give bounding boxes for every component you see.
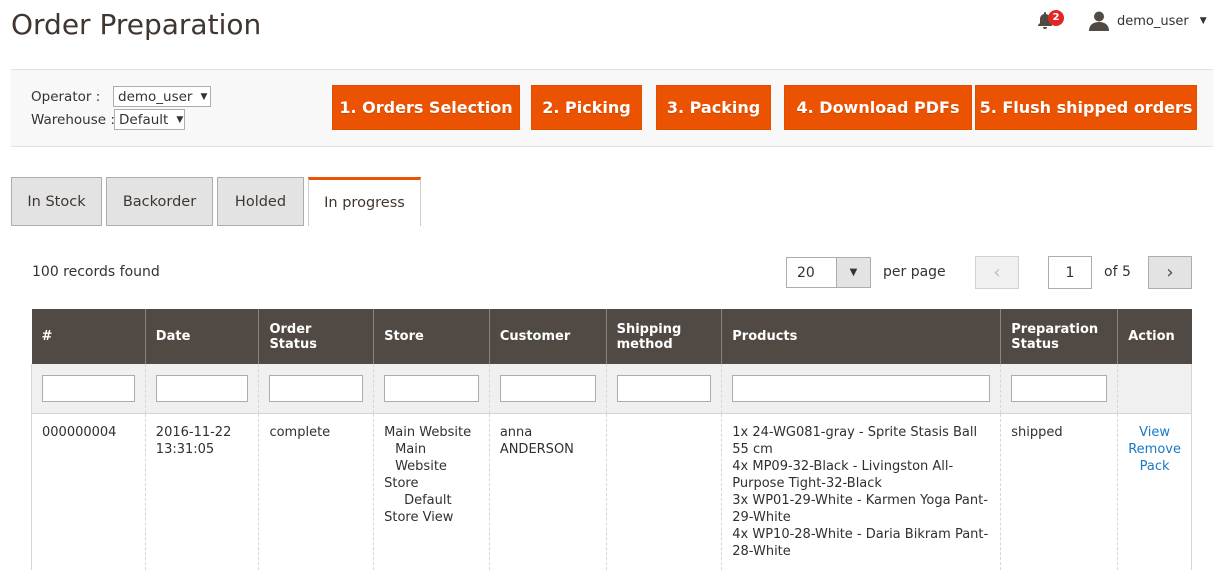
- store-view: Default: [404, 492, 452, 508]
- preparation-toolbar: Operator : demo_user ▼ Warehouse : Defaul…: [11, 69, 1213, 147]
- tab-backorder[interactable]: Backorder: [106, 177, 213, 226]
- warehouse-select-value: Default: [119, 111, 169, 128]
- picking-button[interactable]: 2. Picking: [531, 85, 642, 130]
- per-page-value: 20: [797, 264, 815, 281]
- per-page-label: per page: [883, 264, 946, 280]
- remove-order-link[interactable]: Remove: [1128, 441, 1181, 458]
- product-line: 3x WP01-29-White - Karmen Yoga Pant-29-W…: [732, 492, 988, 525]
- column-header-order-status[interactable]: Order Status: [258, 309, 374, 364]
- total-pages-label: of 5: [1104, 264, 1131, 280]
- filter-order-status-input[interactable]: [269, 374, 364, 402]
- products-cell: 1x 24-WG081-gray - Sprite Stasis Ball 55…: [721, 413, 1001, 570]
- store-cell: Main Website Main Website Store Default …: [373, 413, 490, 570]
- column-header-products[interactable]: Products: [721, 309, 1001, 364]
- chevron-down-icon: ▼: [1199, 16, 1207, 26]
- chevron-down-icon: ▼: [176, 114, 184, 125]
- product-line: 4x WP10-28-White - Daria Bikram Pant-28-…: [732, 526, 989, 559]
- product-line: 1x 24-WG081-gray - Sprite Stasis Ball 55…: [732, 424, 978, 457]
- operator-select[interactable]: demo_user ▼: [113, 86, 211, 107]
- download-pdfs-button[interactable]: 4. Download PDFs: [784, 85, 972, 130]
- page-title: Order Preparation: [11, 8, 262, 41]
- notifications-count-badge: 2: [1048, 10, 1064, 26]
- customer-last-name: ANDERSON: [499, 441, 574, 457]
- tab-holded[interactable]: Holded: [217, 177, 304, 226]
- order-time: 13:31:05: [155, 441, 215, 457]
- next-page-button[interactable]: ›: [1148, 256, 1192, 289]
- warehouse-label: Warehouse :: [31, 112, 115, 128]
- previous-page-button[interactable]: ‹: [975, 256, 1019, 289]
- chevron-right-icon: ›: [1166, 262, 1174, 283]
- filter-store-input[interactable]: [384, 374, 479, 402]
- column-header-customer[interactable]: Customer: [488, 309, 607, 364]
- order-status-cell: complete: [258, 413, 374, 570]
- column-header-store[interactable]: Store: [373, 309, 490, 364]
- filter-preparation-status-input[interactable]: [1011, 374, 1108, 402]
- packing-button[interactable]: 3. Packing: [656, 85, 771, 130]
- product-line: 4x MP09-32-Black - Livingston All-Purpos…: [732, 458, 954, 491]
- tab-in-progress[interactable]: In progress: [308, 177, 421, 226]
- orders-selection-button[interactable]: 1. Orders Selection: [332, 85, 520, 130]
- order-id-cell: 000000004: [31, 413, 146, 570]
- records-found-count: 100 records found: [32, 264, 160, 280]
- filter-date-input[interactable]: [155, 374, 249, 402]
- table-row: 000000004 2016-11-22 13:31:05 complete M…: [31, 413, 1192, 570]
- customer-cell: anna ANDERSON: [488, 413, 607, 570]
- column-header-shipping-method[interactable]: Shipping method: [605, 309, 722, 364]
- user-icon: [1089, 11, 1109, 31]
- preparation-status-cell: shipped: [1000, 413, 1118, 570]
- page-number-input[interactable]: 1: [1048, 256, 1092, 289]
- view-order-link[interactable]: View: [1128, 424, 1181, 441]
- order-date: 2016-11-22: [155, 424, 232, 440]
- tab-in-stock[interactable]: In Stock: [11, 177, 102, 226]
- column-header-id[interactable]: #: [31, 309, 146, 364]
- flush-shipped-orders-button[interactable]: 5. Flush shipped orders: [975, 85, 1197, 130]
- column-header-date[interactable]: Date: [144, 309, 259, 364]
- column-header-action: Action: [1117, 309, 1192, 364]
- operator-label: Operator :: [31, 89, 101, 105]
- order-date-cell: 2016-11-22 13:31:05: [144, 413, 259, 570]
- action-cell: View Remove Pack: [1117, 413, 1192, 570]
- operator-select-value: demo_user: [118, 88, 193, 105]
- chevron-down-icon: ▼: [200, 91, 208, 102]
- warehouse-select[interactable]: Default ▼: [114, 109, 185, 130]
- shipping-method-cell: [605, 413, 722, 570]
- grid-header-row: # Date Order Status Store Customer Shipp…: [31, 309, 1192, 364]
- pack-order-link[interactable]: Pack: [1128, 458, 1181, 475]
- store-view-suffix: Store View: [384, 509, 454, 525]
- filter-products-input[interactable]: [732, 374, 991, 402]
- grid-filter-row: [31, 364, 1192, 414]
- chevron-left-icon: ‹: [993, 262, 1001, 283]
- filter-shipping-method-input[interactable]: [616, 374, 712, 402]
- username: demo_user: [1117, 13, 1189, 29]
- store-website: Main Website: [384, 424, 472, 440]
- column-header-preparation-status[interactable]: Preparation Status: [1000, 309, 1118, 364]
- user-menu[interactable]: demo_user ▼: [1089, 11, 1207, 31]
- filter-customer-input[interactable]: [499, 374, 596, 402]
- per-page-select[interactable]: 20 ▼: [786, 257, 871, 288]
- customer-first-name: anna: [499, 424, 533, 440]
- store-group-suffix: Store: [384, 475, 419, 491]
- filter-id-input[interactable]: [42, 374, 135, 402]
- chevron-down-icon[interactable]: ▼: [836, 258, 870, 287]
- orders-grid: # Date Order Status Store Customer Shipp…: [31, 309, 1192, 570]
- store-group: Main Website: [395, 441, 447, 474]
